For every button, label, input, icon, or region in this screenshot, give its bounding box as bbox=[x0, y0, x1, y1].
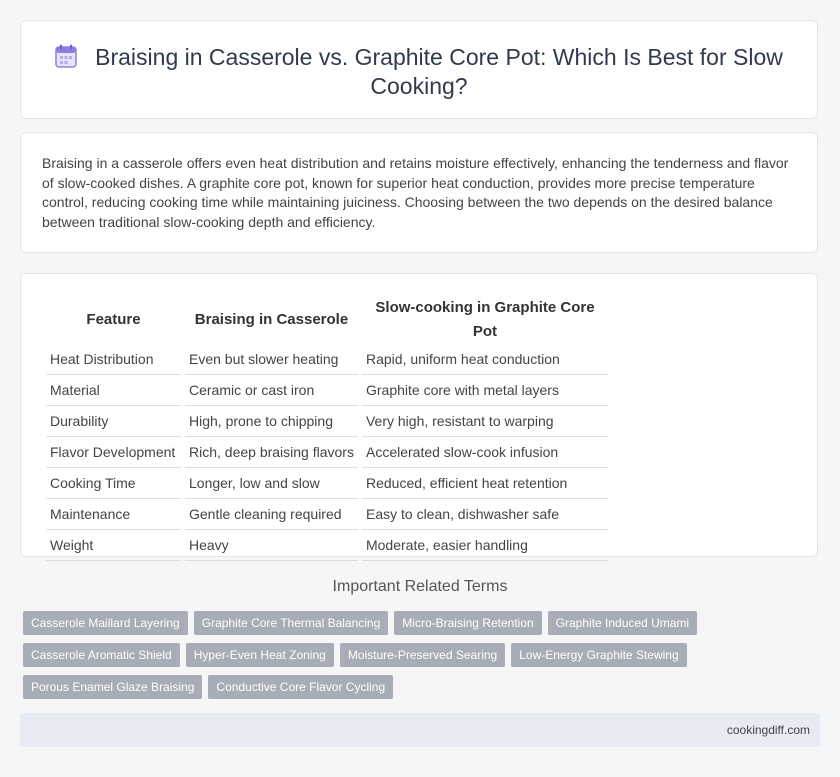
table-header-row: Feature Braising in Casserole Slow-cooki… bbox=[46, 296, 608, 344]
comparison-table-card: Feature Braising in Casserole Slow-cooki… bbox=[20, 273, 818, 561]
summary-card: Braising in a casserole offers even heat… bbox=[20, 132, 818, 253]
table-row: Flavor Development Rich, deep braising f… bbox=[46, 437, 608, 468]
table-cell: Reduced, efficient heat retention bbox=[361, 468, 608, 499]
page-title: Braising in Casserole vs. Graphite Core … bbox=[95, 44, 783, 99]
related-term-tag[interactable]: Casserole Aromatic Shield bbox=[23, 643, 180, 667]
table-cell: Rich, deep braising flavors bbox=[185, 437, 358, 468]
table-cell: Moderate, easier handling bbox=[361, 530, 608, 561]
table-row: Material Ceramic or cast iron Graphite c… bbox=[46, 375, 608, 406]
related-term-tag[interactable]: Porous Enamel Glaze Braising bbox=[23, 675, 203, 699]
table-cell: Heat Distribution bbox=[46, 344, 181, 375]
table-row: Durability High, prone to chipping Very … bbox=[46, 406, 608, 437]
related-term-tag[interactable]: Micro-Braising Retention bbox=[394, 611, 542, 635]
table-cell: Cooking Time bbox=[46, 468, 181, 499]
column-header: Feature bbox=[86, 311, 141, 328]
page-title-wrap: Braising in Casserole vs. Graphite Core … bbox=[51, 43, 787, 101]
table-cell: Flavor Development bbox=[46, 437, 181, 468]
header-card: Braising in Casserole vs. Graphite Core … bbox=[20, 20, 818, 119]
table-row: Cooking Time Longer, low and slow Reduce… bbox=[46, 468, 608, 499]
table-cell: Very high, resistant to warping bbox=[361, 406, 608, 437]
table-cell: Accelerated slow-cook infusion bbox=[361, 437, 608, 468]
related-term-tag[interactable]: Hyper-Even Heat Zoning bbox=[185, 643, 334, 667]
table-cell: Rapid, uniform heat conduction bbox=[361, 344, 608, 375]
table-cell: Graphite core with metal layers bbox=[361, 375, 608, 406]
related-term-tag[interactable]: Graphite Induced Umami bbox=[547, 611, 698, 635]
table-cell: Even but slower heating bbox=[185, 344, 358, 375]
related-terms-list: Casserole Maillard Layering Graphite Core… bbox=[23, 611, 723, 707]
related-term-tag[interactable]: Low-Energy Graphite Stewing bbox=[511, 643, 687, 667]
table-row: Heat Distribution Even but slower heatin… bbox=[46, 344, 608, 375]
table-cell: Heavy bbox=[185, 530, 358, 561]
table-cell: High, prone to chipping bbox=[185, 406, 358, 437]
related-terms-title: Important Related Terms bbox=[332, 578, 508, 595]
table-row: Maintenance Gentle cleaning required Eas… bbox=[46, 499, 608, 530]
column-header: Braising in Casserole bbox=[194, 311, 349, 328]
footer-site-link[interactable]: cookingdiff.com bbox=[727, 713, 810, 747]
table-row: Weight Heavy Moderate, easier handling bbox=[46, 530, 608, 561]
footer-bar: cookingdiff.com bbox=[20, 713, 820, 747]
related-term-tag[interactable]: Casserole Maillard Layering bbox=[23, 611, 188, 635]
table-cell: Easy to clean, dishwasher safe bbox=[361, 499, 608, 530]
related-term-tag[interactable]: Conductive Core Flavor Cycling bbox=[208, 675, 394, 699]
comparison-table: Feature Braising in Casserole Slow-cooki… bbox=[42, 296, 612, 561]
table-cell: Durability bbox=[46, 406, 181, 437]
related-term-tag[interactable]: Moisture-Preserved Searing bbox=[339, 643, 506, 667]
table-cell: Longer, low and slow bbox=[185, 468, 358, 499]
table-cell: Material bbox=[46, 375, 181, 406]
summary-text: Braising in a casserole offers even heat… bbox=[42, 155, 789, 230]
related-term-tag[interactable]: Graphite Core Thermal Balancing bbox=[193, 611, 389, 635]
table-cell: Gentle cleaning required bbox=[185, 499, 358, 530]
calendar-icon bbox=[55, 44, 77, 68]
table-cell: Ceramic or cast iron bbox=[185, 375, 358, 406]
table-cell: Maintenance bbox=[46, 499, 181, 530]
table-cell: Weight bbox=[46, 530, 181, 561]
column-header: Slow-cooking in Graphite Core Pot bbox=[375, 299, 595, 340]
